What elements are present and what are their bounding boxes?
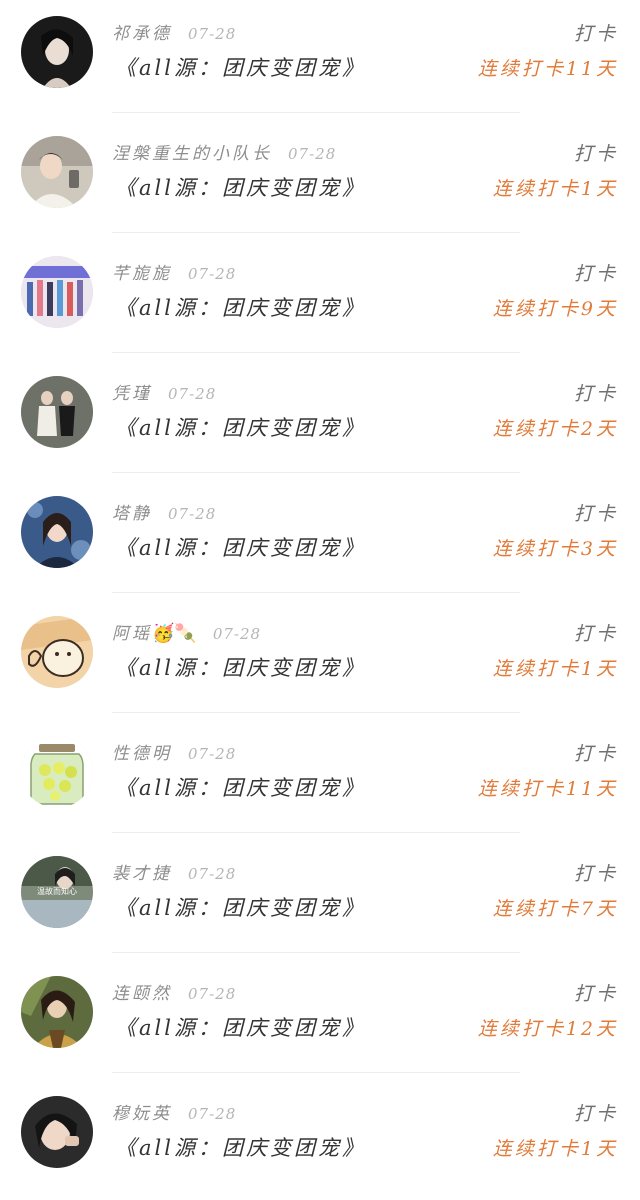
list-item[interactable]: 涅槃重生的小队长 07-28 《all源：团庆变团宠》 打卡 连续打卡1天 [0,120,640,240]
post-date: 07-28 [188,1105,237,1123]
user-name[interactable]: 连颐然 [112,984,172,1004]
divider [112,112,520,113]
avatar-overlay-text: 温故而知心 [37,886,77,896]
streak-label: 连续打卡1天 [492,178,618,200]
streak-label: 连续打卡11天 [477,778,618,800]
post-date: 07-28 [168,385,217,403]
post-date: 07-28 [288,145,337,163]
checkin-list: 祁承德 07-28 《all源：团庆变团宠》 打卡 连续打卡11天 涅槃重生的小队… [0,0,640,1168]
streak-label: 连续打卡1天 [492,1138,618,1160]
checkin-label: 打卡 [573,1103,618,1125]
avatar[interactable] [21,376,93,448]
item-meta: 芊旎旎 07-28 [112,263,236,285]
user-name[interactable]: 阿瑶 [112,624,152,644]
item-meta: 凭瑾 07-28 [112,383,216,405]
user-name[interactable]: 穆妧英 [112,1104,172,1124]
divider [112,472,520,473]
streak-label: 连续打卡7天 [492,898,618,920]
streak-label: 连续打卡1天 [492,658,618,680]
divider [112,1072,520,1073]
user-name[interactable]: 裴才捷 [112,864,172,884]
book-title[interactable]: 《all源：团庆变团宠》 [115,534,366,562]
checkin-label: 打卡 [573,623,618,645]
user-name[interactable]: 凭瑾 [112,384,152,404]
user-name[interactable]: 塔静 [112,504,152,524]
post-date: 07-28 [168,505,217,523]
item-meta: 裴才捷 07-28 [112,863,236,885]
user-name[interactable]: 涅槃重生的小队长 [112,144,272,164]
checkin-label: 打卡 [573,743,618,765]
item-meta: 穆妧英 07-28 [112,1103,236,1125]
item-meta: 塔静 07-28 [112,503,216,525]
name-emoji: 🥳🍡 [152,623,197,644]
checkin-label: 打卡 [573,263,618,285]
avatar[interactable]: 温故而知心 [21,856,93,928]
post-date: 07-28 [188,265,237,283]
list-item[interactable]: 祁承德 07-28 《all源：团庆变团宠》 打卡 连续打卡11天 [0,0,640,120]
checkin-label: 打卡 [573,23,618,45]
checkin-label: 打卡 [573,143,618,165]
list-item[interactable]: 穆妧英 07-28 《all源：团庆变团宠》 打卡 连续打卡1天 [0,1080,640,1200]
avatar[interactable] [21,1096,93,1168]
avatar[interactable] [21,496,93,568]
divider [112,592,520,593]
divider [112,712,520,713]
item-meta: 祁承德 07-28 [112,23,236,45]
book-title[interactable]: 《all源：团庆变团宠》 [115,1014,366,1042]
checkin-label: 打卡 [573,383,618,405]
user-name[interactable]: 祁承德 [112,24,172,44]
streak-label: 连续打卡12天 [477,1018,618,1040]
list-item[interactable]: 芊旎旎 07-28 《all源：团庆变团宠》 打卡 连续打卡9天 [0,240,640,360]
streak-label: 连续打卡2天 [492,418,618,440]
book-title[interactable]: 《all源：团庆变团宠》 [115,1134,366,1162]
streak-label: 连续打卡9天 [492,298,618,320]
checkin-label: 打卡 [573,983,618,1005]
list-item[interactable]: 温故而知心 裴才捷 07-28 《all源：团庆变团宠》 打卡 连续打卡7天 [0,840,640,960]
user-name[interactable]: 性德明 [112,744,172,764]
divider [112,832,520,833]
post-date: 07-28 [188,25,237,43]
avatar[interactable] [21,976,93,1048]
avatar[interactable] [21,736,93,808]
list-item[interactable]: 凭瑾 07-28 《all源：团庆变团宠》 打卡 连续打卡2天 [0,360,640,480]
avatar[interactable] [21,16,93,88]
book-title[interactable]: 《all源：团庆变团宠》 [115,774,366,802]
item-meta: 性德明 07-28 [112,743,236,765]
book-title[interactable]: 《all源：团庆变团宠》 [115,54,366,82]
list-item[interactable]: 塔静 07-28 《all源：团庆变团宠》 打卡 连续打卡3天 [0,480,640,600]
avatar[interactable] [21,136,93,208]
avatar[interactable] [21,256,93,328]
book-title[interactable]: 《all源：团庆变团宠》 [115,894,366,922]
divider [112,952,520,953]
post-date: 07-28 [212,625,262,643]
item-meta: 阿瑶🥳🍡 07-28 [112,623,261,645]
post-date: 07-28 [188,985,237,1003]
list-item[interactable]: 阿瑶🥳🍡 07-28 《all源：团庆变团宠》 打卡 连续打卡1天 [0,600,640,720]
user-name[interactable]: 芊旎旎 [112,264,172,284]
list-item[interactable]: 连颐然 07-28 《all源：团庆变团宠》 打卡 连续打卡12天 [0,960,640,1080]
streak-label: 连续打卡3天 [492,538,618,560]
post-date: 07-28 [188,865,237,883]
item-meta: 连颐然 07-28 [112,983,236,1005]
divider [112,352,520,353]
item-meta: 涅槃重生的小队长 07-28 [112,143,336,165]
checkin-label: 打卡 [573,503,618,525]
post-date: 07-28 [188,745,237,763]
checkin-label: 打卡 [573,863,618,885]
avatar[interactable] [21,616,93,688]
book-title[interactable]: 《all源：团庆变团宠》 [115,654,366,682]
streak-label: 连续打卡11天 [477,58,618,80]
divider [112,232,520,233]
list-item[interactable]: 性德明 07-28 《all源：团庆变团宠》 打卡 连续打卡11天 [0,720,640,840]
book-title[interactable]: 《all源：团庆变团宠》 [115,174,366,202]
book-title[interactable]: 《all源：团庆变团宠》 [115,414,366,442]
book-title[interactable]: 《all源：团庆变团宠》 [115,294,366,322]
